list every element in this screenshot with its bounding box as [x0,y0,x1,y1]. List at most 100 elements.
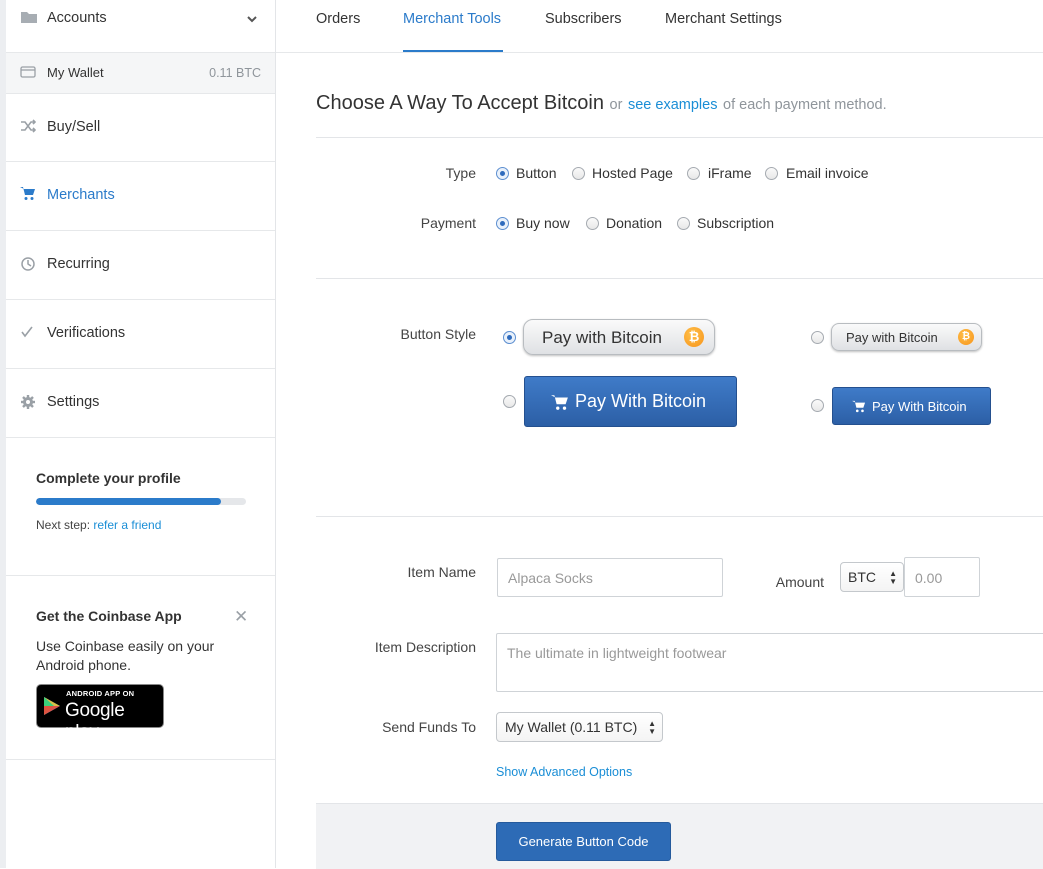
sidebar-item-merchants[interactable]: Merchants [6,162,275,231]
badge-top-text: ANDROID APP ON [66,689,135,698]
payment-label: Payment [420,215,476,231]
see-examples-link[interactable]: see examples [628,97,717,113]
select-arrows-icon: ▲ ▼ [648,719,656,736]
button-text: Pay with Bitcoin [542,328,662,347]
chevron-down-icon[interactable] [246,11,258,29]
type-radio-iframe[interactable] [687,167,700,180]
sidebar-item-settings[interactable]: Settings [6,369,275,438]
type-option-iframe[interactable]: iFrame [708,165,752,181]
sidebar-item-wallet[interactable]: My Wallet 0.11 BTC [6,53,275,93]
amount-placeholder: 0.00 [915,570,943,586]
profile-progress-fill [36,498,221,505]
bitcoin-coin-icon: ₿ [958,329,974,345]
pay-with-bitcoin-blue-large-button[interactable]: Pay With Bitcoin [524,376,737,427]
style-radio-silver-small[interactable] [811,331,824,344]
play-triangle-icon [43,696,61,721]
send-funds-value: My Wallet (0.11 BTC) [505,719,638,735]
history-icon [20,256,38,274]
style-radio-silver-large[interactable] [503,331,516,344]
heading-or: or [609,97,623,113]
generate-button-code-button[interactable]: Generate Button Code [496,822,671,861]
folder-icon [20,9,38,27]
sidebar-item-verifications[interactable]: Verifications [6,300,275,369]
amount-input[interactable]: 0.00 [904,557,980,597]
item-description-label: Item Description [374,639,476,655]
button-style-label: Button Style [400,326,477,342]
form-footer [316,803,1043,869]
style-radio-blue-small[interactable] [811,399,824,412]
sidebar-item-label: Merchants [47,187,115,203]
currency-value: BTC [848,569,876,585]
pay-with-bitcoin-silver-small-button[interactable]: Pay with Bitcoin ₿ [831,323,982,351]
bitcoin-coin-icon: ₿ [684,327,704,347]
divider [316,516,1043,517]
sidebar-item-label: Buy/Sell [47,119,101,135]
type-radio-button[interactable] [496,167,509,180]
item-description-placeholder: The ultimate in lightweight footwear [507,645,727,661]
wallet-icon [20,65,38,83]
page-title: Choose A Way To Accept Bitcoin [316,92,604,114]
type-option-hosted-page[interactable]: Hosted Page [592,165,673,181]
close-icon[interactable]: ✕ [234,607,248,627]
payment-option-donation[interactable]: Donation [606,215,662,231]
sidebar-item-buy-sell[interactable]: Buy/Sell [6,93,275,162]
payment-radio-buy-now[interactable] [496,217,509,230]
item-description-textarea[interactable]: The ultimate in lightweight footwear [496,633,1043,692]
button-text: Pay With Bitcoin [575,391,707,411]
app-promo-text: Use Coinbase easily on your Android phon… [36,638,215,673]
wallet-balance: 0.11 BTC [209,66,261,80]
type-radio-hosted-page[interactable] [572,167,585,180]
pay-with-bitcoin-blue-small-button[interactable]: Pay With Bitcoin [832,387,991,425]
send-funds-select[interactable]: My Wallet (0.11 BTC) ▲ ▼ [496,712,663,742]
sidebar-item-label: Settings [47,394,100,410]
shuffle-icon [20,119,38,137]
item-name-input[interactable]: Alpaca Socks [497,558,723,597]
gear-icon [20,394,38,412]
type-option-button[interactable]: Button [516,165,556,181]
sidebar-item-accounts[interactable]: Accounts [6,0,275,53]
type-option-email-invoice[interactable]: Email invoice [786,165,868,181]
profile-next-step: Next step: refer a friend [36,518,161,532]
sidebar: Accounts My Wallet 0.11 BTC Buy/Sell Mer… [6,0,276,868]
badge-bottom-text: Google play [65,700,125,743]
button-text: Pay with Bitcoin [846,330,938,345]
divider [316,137,1043,138]
profile-completion-panel: Complete your profile [6,438,275,576]
payment-radio-donation[interactable] [586,217,599,230]
show-advanced-options-link[interactable]: Show Advanced Options [496,765,632,779]
heading-suffix: of each payment method. [723,97,887,113]
pay-with-bitcoin-silver-large-button[interactable]: Pay with Bitcoin ₿ [523,319,715,355]
send-funds-label: Send Funds To [382,719,476,735]
type-label: Type [445,165,476,181]
payment-radio-subscription[interactable] [677,217,690,230]
tab-bar: Orders Merchant Tools Subscribers Mercha… [276,0,1043,53]
sidebar-item-label: Verifications [47,325,126,341]
main-content: Orders Merchant Tools Subscribers Mercha… [276,0,1043,869]
refer-friend-link[interactable]: refer a friend [93,518,161,532]
wallet-name: My Wallet [47,65,104,80]
cart-icon [20,186,38,204]
profile-title: Complete your profile [36,470,181,486]
tab-merchant-tools[interactable]: Merchant Tools [403,11,501,27]
cart-icon [551,394,569,416]
sidebar-item-label: Recurring [47,256,110,272]
style-radio-blue-large[interactable] [503,395,516,408]
google-play-badge[interactable]: ANDROID APP ON Google play [36,684,164,743]
amount-label: Amount [775,574,824,590]
next-step-prefix: Next step: [36,518,91,532]
payment-option-subscription[interactable]: Subscription [697,215,774,231]
type-radio-email-invoice[interactable] [765,167,778,180]
tab-orders[interactable]: Orders [316,11,360,27]
check-icon [20,325,38,343]
divider [316,278,1043,279]
payment-option-buy-now[interactable]: Buy now [516,215,570,231]
item-name-label: Item Name [407,564,476,580]
sidebar-item-recurring[interactable]: Recurring [6,231,275,300]
page-heading: Choose A Way To Accept Bitcoin or see ex… [316,92,887,115]
app-promo-title: Get the Coinbase App [36,608,182,624]
tab-merchant-settings[interactable]: Merchant Settings [665,11,782,27]
currency-select[interactable]: BTC ▲ ▼ [840,562,904,592]
tab-subscribers[interactable]: Subscribers [545,11,622,27]
profile-progress-bar [36,498,246,505]
button-text: Pay With Bitcoin [872,399,967,414]
